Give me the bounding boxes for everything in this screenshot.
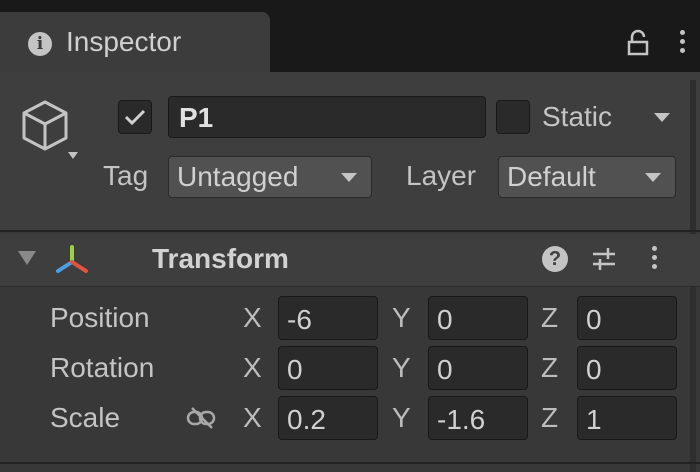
x-axis-label[interactable]: X <box>243 302 262 334</box>
layer-value: Default <box>507 161 596 192</box>
tag-label: Tag <box>103 160 149 191</box>
active-checkbox[interactable] <box>118 100 152 134</box>
foldout-triangle-icon[interactable] <box>18 251 36 265</box>
transform-scale-z-field[interactable]: 1 <box>577 396 677 440</box>
layer-dropdown[interactable]: Default <box>498 156 676 198</box>
chevron-down-icon <box>645 173 661 182</box>
transform-title: Transform <box>152 243 289 274</box>
field-value: -1.6 <box>437 404 486 435</box>
layer-label: Layer <box>406 160 477 191</box>
static-label: Static <box>542 101 613 132</box>
transform-rotation-y-field[interactable]: 0 <box>428 346 528 390</box>
gameobject-cube-icon[interactable] <box>18 98 84 168</box>
transform-position-x-field[interactable]: -6 <box>278 296 378 340</box>
field-value: 0 <box>586 304 602 335</box>
object-name-field[interactable]: P1 <box>168 96 486 138</box>
x-axis-label[interactable]: X <box>243 402 262 434</box>
component-menu-icon[interactable] <box>652 246 657 273</box>
transform-position-z-field[interactable]: 0 <box>577 296 677 340</box>
transform-scale-x-field[interactable]: 0.2 <box>278 396 378 440</box>
lock-icon[interactable] <box>626 28 652 58</box>
presets-icon[interactable] <box>590 245 618 273</box>
field-value: 0 <box>287 354 303 385</box>
z-axis-label[interactable]: Z <box>541 352 558 384</box>
z-axis-label[interactable]: Z <box>541 402 558 434</box>
field-value: 1 <box>586 404 602 435</box>
y-axis-label[interactable]: Y <box>392 302 411 334</box>
help-icon[interactable]: ? <box>542 246 568 272</box>
constrain-proportions-icon[interactable] <box>186 406 218 430</box>
field-value: 0 <box>437 354 453 385</box>
transform-row-label: Position <box>50 302 150 333</box>
tag-value: Untagged <box>177 161 299 192</box>
static-dropdown-icon[interactable] <box>654 113 670 122</box>
info-icon: i <box>28 32 52 56</box>
tab-menu-icon[interactable] <box>680 30 685 57</box>
field-value: 0 <box>437 304 453 335</box>
object-name-value: P1 <box>179 102 214 133</box>
field-value: 0.2 <box>287 404 326 435</box>
transform-row-label: Scale <box>50 402 121 433</box>
divider <box>0 230 700 232</box>
divider <box>0 462 700 464</box>
transform-scale-y-field[interactable]: -1.6 <box>428 396 528 440</box>
transform-rotation-x-field[interactable]: 0 <box>278 346 378 390</box>
y-axis-label[interactable]: Y <box>392 402 411 434</box>
z-axis-label[interactable]: Z <box>541 302 558 334</box>
transform-rotation-z-field[interactable]: 0 <box>577 346 677 390</box>
divider <box>0 286 700 287</box>
tag-dropdown[interactable]: Untagged <box>168 156 372 198</box>
static-checkbox[interactable] <box>496 100 530 134</box>
field-value: 0 <box>586 354 602 385</box>
field-value: -6 <box>287 304 312 335</box>
chevron-down-icon <box>341 173 357 182</box>
x-axis-label[interactable]: X <box>243 352 262 384</box>
y-axis-label[interactable]: Y <box>392 352 411 384</box>
transform-row-label: Rotation <box>50 352 155 383</box>
tab-title: Inspector <box>66 26 182 57</box>
transform-position-y-field[interactable]: 0 <box>428 296 528 340</box>
transform-axes-icon <box>54 244 90 276</box>
